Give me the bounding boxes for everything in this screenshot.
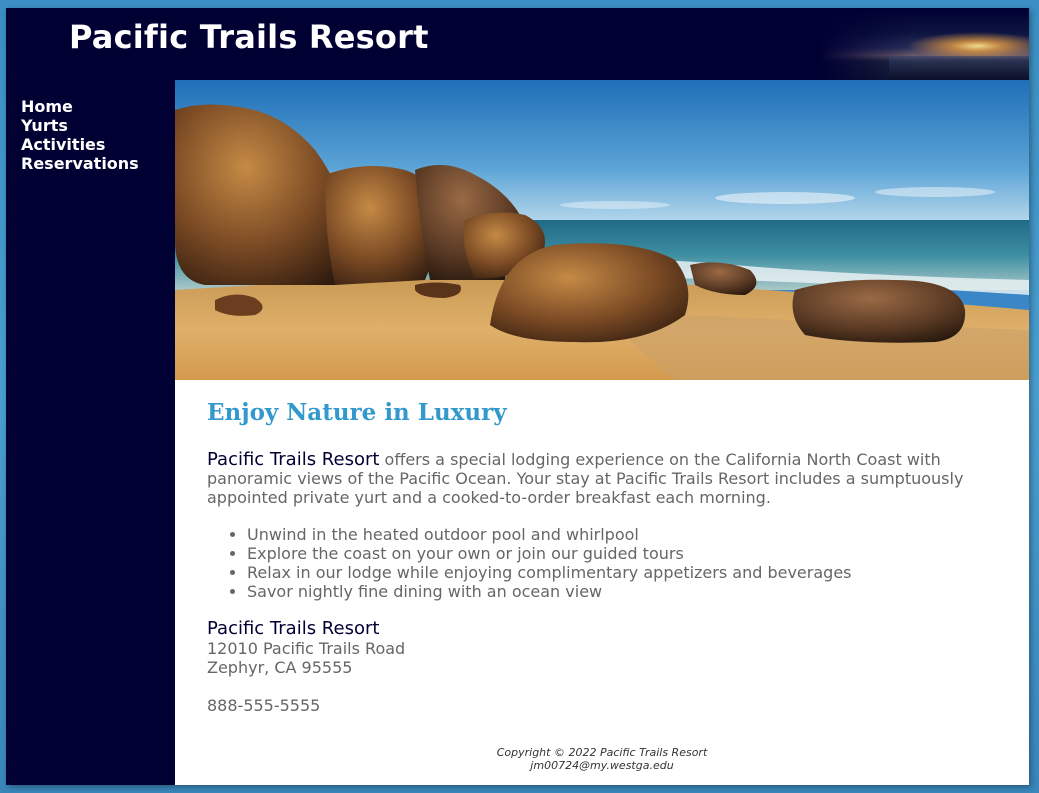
list-item: Relax in our lodge while enjoying compli…	[247, 563, 852, 582]
contact-resort-name: Pacific Trails Resort	[207, 618, 380, 639]
contact-street: 12010 Pacific Trails Road	[207, 639, 406, 658]
nav-reservations[interactable]: Reservations	[21, 154, 171, 173]
site-footer: Copyright © 2022 Pacific Trails Resort j…	[175, 746, 1029, 772]
header-sunset-sea	[889, 56, 1029, 80]
list-item: Explore the coast on your own or join ou…	[247, 544, 852, 563]
main-content: Enjoy Nature in Luxury Pacific Trails Re…	[175, 380, 1029, 785]
contact-info: Pacific Trails Resort 12010 Pacific Trai…	[207, 618, 405, 715]
beach-rocks-illustration	[175, 80, 1029, 380]
hero-beach-image	[175, 80, 1029, 380]
site-header: Pacific Trails Resort	[6, 8, 1029, 80]
main-nav: Home Yurts Activities Reservations	[21, 97, 171, 173]
nav-yurts[interactable]: Yurts	[21, 116, 171, 135]
contact-phone: 888-555-5555	[207, 696, 321, 715]
list-item: Unwind in the heated outdoor pool and wh…	[247, 525, 852, 544]
intro-paragraph: Pacific Trails Resort offers a special l…	[207, 450, 997, 507]
footer-copyright: Copyright © 2022 Pacific Trails Resort	[496, 746, 708, 759]
contact-city: Zephyr, CA 95555	[207, 658, 353, 677]
features-list: Unwind in the heated outdoor pool and wh…	[207, 525, 852, 601]
list-item: Savor nightly fine dining with an ocean …	[247, 582, 852, 601]
site-title: Pacific Trails Resort	[69, 18, 429, 56]
footer-email: jm00724@my.westga.edu	[530, 759, 674, 772]
nav-home[interactable]: Home	[21, 97, 171, 116]
page-wrapper: Pacific Trails Resort Home Yurts Activit…	[6, 8, 1029, 785]
page-heading: Enjoy Nature in Luxury	[207, 399, 507, 426]
nav-activities[interactable]: Activities	[21, 135, 171, 154]
intro-resort-name: Pacific Trails Resort	[207, 449, 380, 470]
